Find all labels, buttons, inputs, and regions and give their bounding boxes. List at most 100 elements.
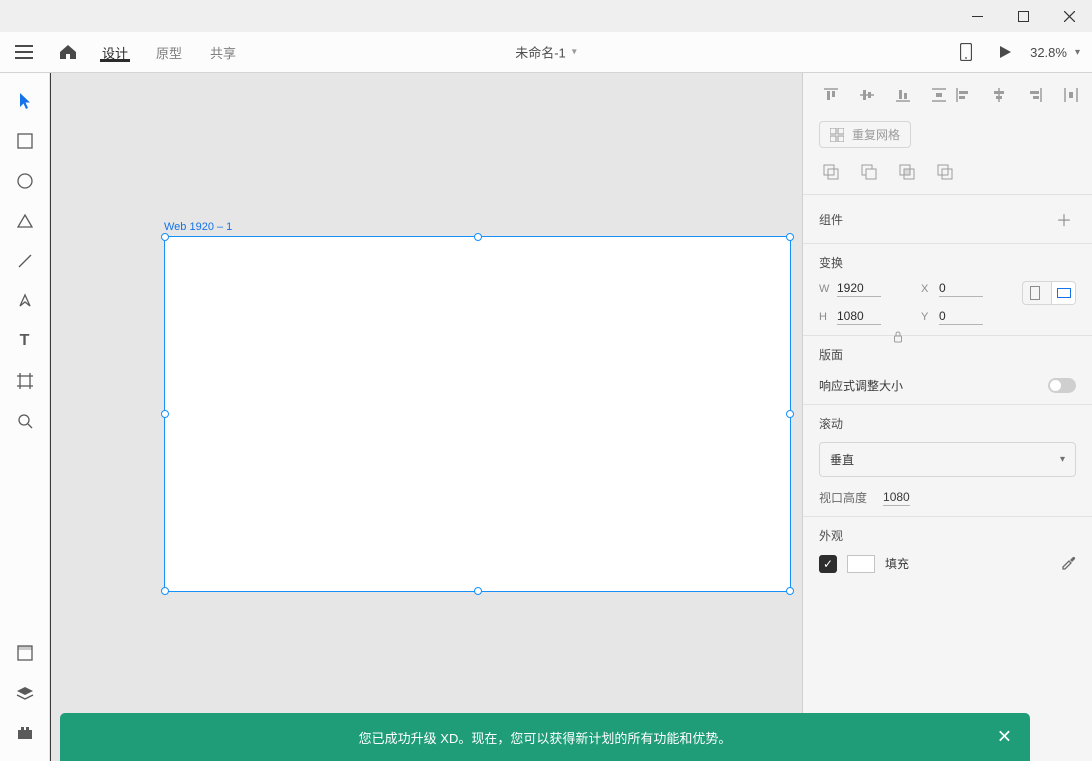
- add-component-button[interactable]: ＋: [1052, 207, 1076, 231]
- lock-aspect-icon[interactable]: [893, 331, 903, 343]
- boolean-intersect-icon: [899, 164, 915, 180]
- tool-zoom[interactable]: [0, 401, 50, 441]
- zoom-dropdown[interactable]: 32.8% ▾: [1030, 45, 1080, 60]
- scroll-direction-select[interactable]: 垂直 ▾: [819, 442, 1076, 477]
- artboard[interactable]: [164, 236, 791, 592]
- align-bottom-icon: [896, 88, 910, 102]
- canvas[interactable]: Web 1920 – 1: [50, 73, 802, 761]
- close-icon: [1064, 11, 1075, 22]
- tab-share[interactable]: 共享: [196, 43, 250, 62]
- document-title[interactable]: 未命名-1 ▾: [515, 43, 577, 62]
- pointer-icon: [18, 92, 32, 110]
- section-transform-header: 变换: [819, 254, 843, 271]
- align-vcenter-icon: [860, 88, 874, 102]
- tab-design[interactable]: 设计: [88, 43, 142, 62]
- toast-message: 您已成功升级 XD。现在，您可以获得新计划的所有功能和优势。: [359, 728, 732, 747]
- ellipse-icon: [17, 173, 33, 189]
- fill-enabled-checkbox[interactable]: ✓: [819, 555, 837, 573]
- zoom-value: 32.8%: [1030, 45, 1067, 60]
- home-button[interactable]: [48, 44, 88, 60]
- x-input[interactable]: 0: [939, 281, 983, 297]
- section-layout-header: 版面: [819, 346, 843, 363]
- tool-pen[interactable]: [0, 281, 50, 321]
- resize-handle-bl[interactable]: [161, 587, 169, 595]
- hamburger-icon: [15, 45, 33, 59]
- align-vcenter-button[interactable]: [855, 83, 879, 107]
- boolean-add-button[interactable]: [819, 160, 843, 184]
- x-label: X: [921, 283, 933, 295]
- tool-line[interactable]: [0, 241, 50, 281]
- align-top-button[interactable]: [819, 83, 843, 107]
- properties-panel: 重复网格 组件 ＋ 变换 W1920: [802, 73, 1092, 761]
- device-preview-button[interactable]: [952, 43, 980, 61]
- minimize-icon: [972, 16, 983, 17]
- artboard-icon: [17, 373, 33, 389]
- tool-rectangle[interactable]: [0, 121, 50, 161]
- plugins-icon: [17, 726, 33, 740]
- line-icon: [17, 253, 33, 269]
- responsive-resize-toggle[interactable]: [1048, 378, 1076, 393]
- section-appearance-header: 外观: [819, 527, 843, 544]
- panel-layers[interactable]: [0, 673, 50, 713]
- window-titlebar: [0, 0, 1092, 32]
- align-right-button[interactable]: [1023, 83, 1047, 107]
- fill-color-swatch[interactable]: [847, 555, 875, 573]
- window-minimize-button[interactable]: [954, 0, 1000, 32]
- boolean-intersect-button[interactable]: [895, 160, 919, 184]
- width-input[interactable]: 1920: [837, 281, 881, 297]
- align-hcenter-button[interactable]: [987, 83, 1011, 107]
- height-input[interactable]: 1080: [837, 309, 881, 325]
- resize-handle-bc[interactable]: [474, 587, 482, 595]
- rectangle-icon: [17, 133, 33, 149]
- tool-polygon[interactable]: [0, 201, 50, 241]
- document-title-text: 未命名-1: [515, 43, 566, 62]
- align-right-icon: [1028, 88, 1042, 102]
- text-icon: T: [20, 332, 30, 350]
- boolean-exclude-button[interactable]: [933, 160, 957, 184]
- section-components-header: 组件: [819, 211, 843, 228]
- distribute-h-button[interactable]: [1059, 83, 1083, 107]
- panel-assets[interactable]: [0, 633, 50, 673]
- distribute-v-button[interactable]: [927, 83, 951, 107]
- y-input[interactable]: 0: [939, 309, 983, 325]
- resize-handle-ml[interactable]: [161, 410, 169, 418]
- maximize-icon: [1018, 11, 1029, 22]
- tool-text[interactable]: T: [0, 321, 50, 361]
- resize-handle-br[interactable]: [786, 587, 794, 595]
- orientation-landscape-button[interactable]: [1051, 282, 1075, 304]
- boolean-add-icon: [823, 164, 839, 180]
- artboard-label[interactable]: Web 1920 – 1: [164, 221, 232, 233]
- panel-plugins[interactable]: [0, 713, 50, 753]
- viewport-height-input[interactable]: 1080: [883, 490, 910, 506]
- y-label: Y: [921, 311, 933, 323]
- resize-handle-tl[interactable]: [161, 233, 169, 241]
- upgrade-toast: 您已成功升级 XD。现在，您可以获得新计划的所有功能和优势。 ✕: [60, 713, 1030, 761]
- portrait-icon: [1030, 286, 1040, 300]
- resize-handle-tc[interactable]: [474, 233, 482, 241]
- play-icon: [998, 45, 1012, 59]
- fill-label: 填充: [885, 555, 909, 572]
- align-bottom-button[interactable]: [891, 83, 915, 107]
- scroll-direction-value: 垂直: [830, 451, 854, 468]
- align-left-button[interactable]: [951, 83, 975, 107]
- tool-artboard[interactable]: [0, 361, 50, 401]
- tool-select[interactable]: [0, 81, 50, 121]
- layers-icon: [16, 686, 34, 700]
- orientation-portrait-button[interactable]: [1023, 282, 1047, 304]
- eyedropper-button[interactable]: [1060, 554, 1076, 573]
- resize-handle-mr[interactable]: [786, 410, 794, 418]
- toast-close-button[interactable]: ✕: [997, 727, 1012, 748]
- boolean-exclude-icon: [937, 164, 953, 180]
- boolean-subtract-button[interactable]: [857, 160, 881, 184]
- resize-handle-tr[interactable]: [786, 233, 794, 241]
- window-maximize-button[interactable]: [1000, 0, 1046, 32]
- main-menu-button[interactable]: [0, 45, 48, 59]
- mobile-icon: [960, 43, 972, 61]
- window-close-button[interactable]: [1046, 0, 1092, 32]
- tab-prototype[interactable]: 原型: [142, 43, 196, 62]
- tool-ellipse[interactable]: [0, 161, 50, 201]
- chevron-down-icon: ▾: [572, 47, 577, 58]
- repeat-grid-button[interactable]: 重复网格: [819, 121, 911, 148]
- play-preview-button[interactable]: [990, 45, 1020, 59]
- repeat-grid-label: 重复网格: [852, 126, 900, 143]
